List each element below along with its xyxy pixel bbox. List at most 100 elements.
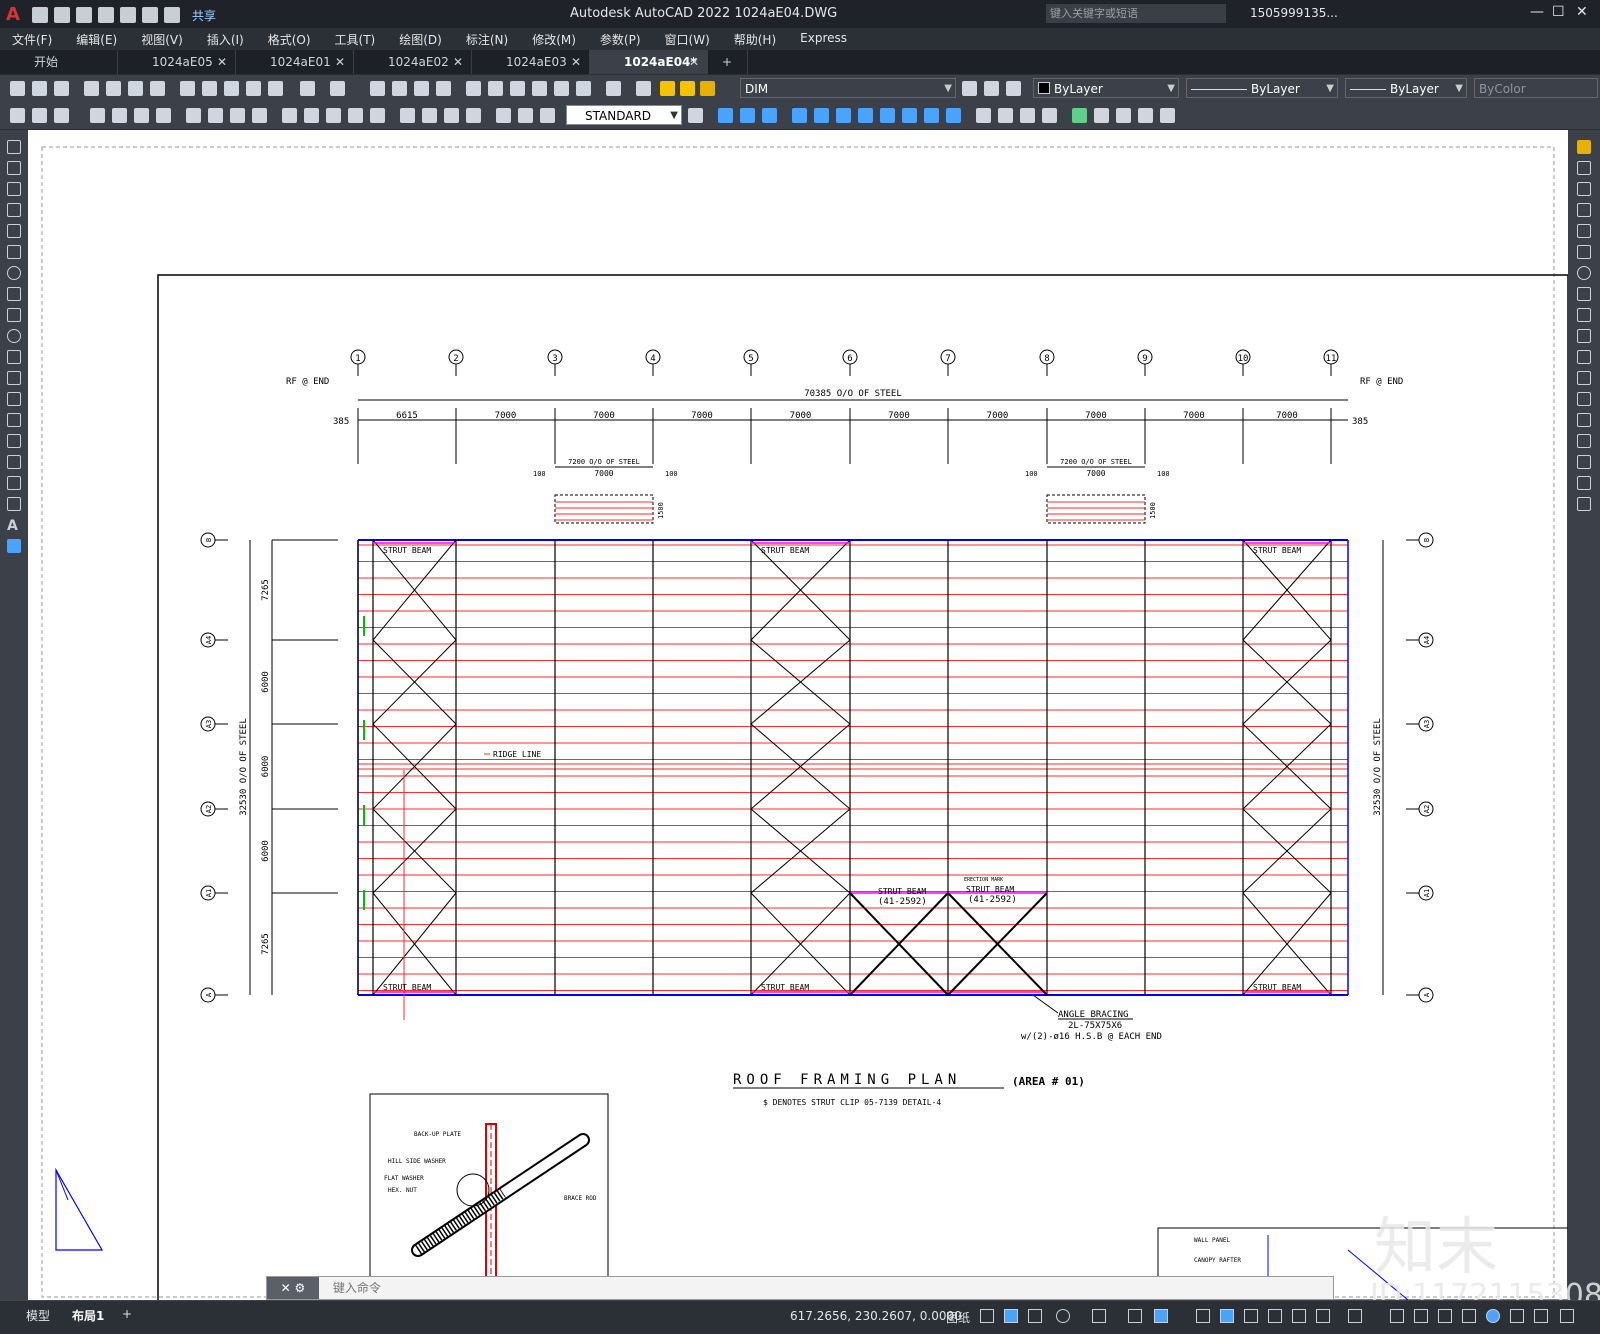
solid-tool-icon[interactable]: [924, 108, 939, 123]
pan-icon[interactable]: [370, 81, 385, 96]
mtext-icon[interactable]: A: [7, 518, 21, 534]
continue-dim-icon[interactable]: [326, 108, 341, 123]
break-icon[interactable]: [1577, 392, 1591, 406]
paste-icon[interactable]: [224, 81, 239, 96]
center-mark-icon[interactable]: [422, 108, 437, 123]
toolbar-icon[interactable]: [54, 108, 69, 123]
maximize-button[interactable]: ☐: [1552, 4, 1565, 20]
layer-lock-icon[interactable]: [700, 81, 715, 96]
plus-icon[interactable]: [1390, 1309, 1404, 1323]
tab-layout1[interactable]: 布局1: [72, 1307, 104, 1324]
polyline-icon[interactable]: [7, 182, 21, 196]
solid-tool-icon[interactable]: [946, 108, 961, 123]
rotate-icon[interactable]: [1577, 266, 1591, 280]
offset-icon[interactable]: [1577, 203, 1591, 217]
redo-icon[interactable]: [330, 81, 345, 96]
trim-icon[interactable]: [1577, 329, 1591, 343]
undo-icon[interactable]: [300, 81, 315, 96]
customize-menu-icon[interactable]: [1560, 1309, 1574, 1323]
menu-file[interactable]: 文件(F): [0, 28, 64, 50]
copy-icon[interactable]: [202, 81, 217, 96]
tab-1024ae04[interactable]: 1024aE04* ✕: [590, 50, 708, 74]
solid-edit-icon[interactable]: [1042, 108, 1057, 123]
lineweight-select[interactable]: ByLayer ▼: [1345, 78, 1467, 98]
osnap-icon[interactable]: [1154, 1309, 1168, 1323]
construction-line-icon[interactable]: [7, 161, 21, 175]
jogged-dim-icon[interactable]: [208, 108, 223, 123]
designcenter-icon[interactable]: [488, 81, 503, 96]
command-line[interactable]: ✕ ⚙ 键入命令: [266, 1276, 1334, 1300]
jogged-linear-icon[interactable]: [466, 108, 481, 123]
arc-length-icon[interactable]: [134, 108, 149, 123]
menu-format[interactable]: 格式(O): [256, 28, 323, 50]
revcloud-icon[interactable]: [7, 287, 21, 301]
erase-icon[interactable]: [1577, 140, 1591, 154]
solid-tool-icon[interactable]: [880, 108, 895, 123]
dim-update-icon[interactable]: [540, 108, 555, 123]
sheetset-icon[interactable]: [532, 81, 547, 96]
move-icon[interactable]: [1577, 245, 1591, 259]
quickcalc-icon[interactable]: [576, 81, 591, 96]
linetype-select[interactable]: ByLayer ▼: [1186, 78, 1338, 98]
new-icon[interactable]: [10, 81, 25, 96]
copy-object-icon[interactable]: [1577, 161, 1591, 175]
menu-parametric[interactable]: 参数(P): [588, 28, 653, 50]
fillet-icon[interactable]: [1577, 455, 1591, 469]
menu-help[interactable]: 帮助(H): [722, 28, 788, 50]
ellipse-arc-icon[interactable]: [7, 350, 21, 364]
isodraft-icon[interactable]: [1092, 1309, 1106, 1323]
tolerance-icon[interactable]: [400, 108, 415, 123]
tab-1024ae05[interactable]: 1024aE05 ✕: [118, 50, 236, 74]
close-tab-icon[interactable]: ✕: [217, 50, 227, 74]
solid-tool-icon[interactable]: [836, 108, 851, 123]
dimstyle-select[interactable]: STANDARD ▼: [566, 105, 682, 125]
insert-block-icon[interactable]: [7, 371, 21, 385]
open-icon[interactable]: [54, 7, 70, 23]
toolbar-icon[interactable]: [32, 108, 47, 123]
menu-view[interactable]: 视图(V): [129, 28, 195, 50]
share-button[interactable]: 共享: [192, 7, 216, 24]
menu-tools[interactable]: 工具(T): [323, 28, 388, 50]
circle-icon[interactable]: [7, 266, 21, 280]
close-tab-icon[interactable]: ✕: [689, 50, 699, 74]
user-account[interactable]: 1505999135...: [1250, 6, 1338, 20]
saveas-icon[interactable]: [98, 7, 114, 23]
redo-icon[interactable]: [164, 7, 180, 23]
open-icon[interactable]: [32, 81, 47, 96]
tab-1024ae01[interactable]: 1024aE01 ✕: [236, 50, 354, 74]
menu-insert[interactable]: 插入(I): [195, 28, 256, 50]
hardware-accel-icon[interactable]: [1438, 1309, 1452, 1323]
annotation-icon[interactable]: [1292, 1309, 1306, 1323]
toolpalettes-icon[interactable]: [510, 81, 525, 96]
layer-select[interactable]: DIM ▼: [740, 78, 956, 98]
table-icon[interactable]: [7, 497, 21, 511]
plotstyle-select[interactable]: ByColor: [1474, 78, 1598, 98]
menu-express[interactable]: Express: [788, 28, 859, 50]
solid-edit-icon[interactable]: [1072, 108, 1087, 123]
dimstyle-icon[interactable]: [688, 108, 703, 123]
fullscreen-icon[interactable]: [1534, 1309, 1548, 1323]
polar-icon[interactable]: [1056, 1309, 1070, 1323]
tab-1024ae03[interactable]: 1024aE03 ✕: [472, 50, 590, 74]
solid-edit-icon[interactable]: [1116, 108, 1131, 123]
break-at-point-icon[interactable]: [1577, 371, 1591, 385]
hatch-icon[interactable]: [7, 434, 21, 448]
make-block-icon[interactable]: [7, 392, 21, 406]
angular-dim-icon[interactable]: [252, 108, 267, 123]
menu-dimension[interactable]: 标注(N): [454, 28, 520, 50]
menu-modify[interactable]: 修改(M): [520, 28, 588, 50]
gradient-icon[interactable]: [7, 455, 21, 469]
plot-icon[interactable]: [120, 7, 136, 23]
cut-icon[interactable]: [180, 81, 195, 96]
close-tab-icon[interactable]: ✕: [453, 50, 463, 74]
blend-icon[interactable]: [1577, 476, 1591, 490]
layer-freeze-icon[interactable]: [680, 81, 695, 96]
quick-dim-icon[interactable]: [282, 108, 297, 123]
array-icon[interactable]: [1577, 224, 1591, 238]
workspace-icon[interactable]: [1316, 1309, 1330, 1323]
publish-icon[interactable]: [128, 81, 143, 96]
tab-model[interactable]: 模型: [26, 1307, 50, 1324]
quick-props-icon[interactable]: [1486, 1309, 1500, 1323]
color-select[interactable]: ByLayer ▼: [1033, 78, 1179, 98]
layer-previous-icon[interactable]: [984, 81, 999, 96]
